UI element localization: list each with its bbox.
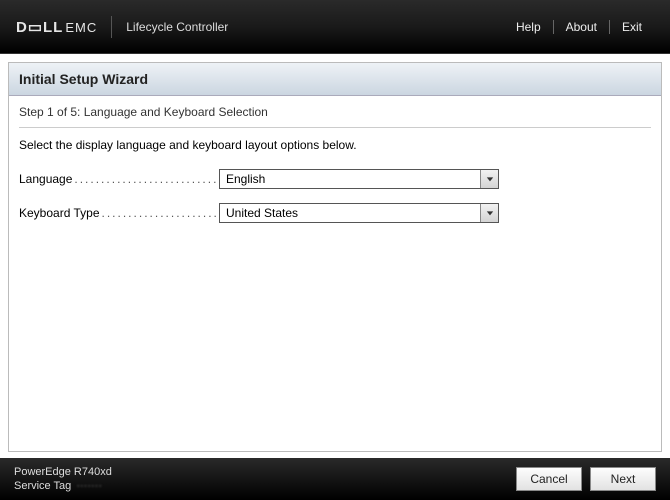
keyboard-dropdown[interactable]: United States xyxy=(219,203,499,223)
top-header-bar: D▭LLEMC Lifecycle Controller Help About … xyxy=(0,0,670,54)
step-indicator: Step 1 of 5: Language and Keyboard Selec… xyxy=(9,96,661,123)
chevron-down-icon[interactable] xyxy=(480,170,498,188)
model-name: PowerEdge R740xd xyxy=(14,466,112,478)
product-title: Lifecycle Controller xyxy=(126,20,228,34)
help-link[interactable]: Help xyxy=(504,20,553,34)
logo-sub: EMC xyxy=(65,20,97,35)
next-button[interactable]: Next xyxy=(590,467,656,491)
logo-divider xyxy=(111,16,112,38)
language-value: English xyxy=(220,170,480,188)
keyboard-value: United States xyxy=(220,204,480,222)
top-links: Help About Exit xyxy=(504,20,654,34)
panel-divider xyxy=(19,127,651,128)
language-row: Language English xyxy=(9,166,661,192)
language-dropdown[interactable]: English xyxy=(219,169,499,189)
system-info: PowerEdge R740xd Service Tag ······· xyxy=(14,466,112,492)
brand-logo: D▭LLEMC xyxy=(16,18,97,36)
keyboard-label: Keyboard Type xyxy=(19,206,219,220)
bottom-bar: PowerEdge R740xd Service Tag ······· Can… xyxy=(0,458,670,500)
chevron-down-icon[interactable] xyxy=(480,204,498,222)
logo-main: D▭LL xyxy=(16,18,63,36)
wizard-title: Initial Setup Wizard xyxy=(9,63,661,96)
about-link[interactable]: About xyxy=(554,20,609,34)
language-label: Language xyxy=(19,172,219,186)
service-tag: Service Tag ······· xyxy=(14,480,112,492)
footer-buttons: Cancel Next xyxy=(516,467,656,491)
service-tag-value: ······· xyxy=(76,480,102,492)
service-tag-label: Service Tag xyxy=(14,480,71,492)
exit-link[interactable]: Exit xyxy=(610,20,654,34)
instruction-text: Select the display language and keyboard… xyxy=(9,132,661,166)
cancel-button[interactable]: Cancel xyxy=(516,467,582,491)
wizard-panel: Initial Setup Wizard Step 1 of 5: Langua… xyxy=(8,62,662,452)
keyboard-row: Keyboard Type United States xyxy=(9,200,661,226)
